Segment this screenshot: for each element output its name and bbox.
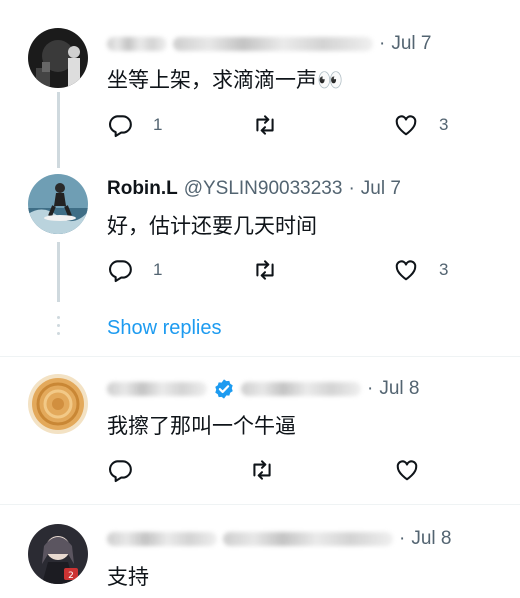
like-button[interactable]: 3 xyxy=(393,110,448,140)
reply-button[interactable]: 1 xyxy=(107,255,162,285)
author-handle[interactable]: @YSLIN90033233 xyxy=(184,178,343,200)
surfer-avatar-icon xyxy=(28,174,88,234)
like-button[interactable] xyxy=(394,455,420,485)
thread-line xyxy=(57,242,60,302)
reply-icon xyxy=(109,115,132,138)
retweet-icon xyxy=(253,460,271,480)
retweet-button[interactable] xyxy=(252,110,278,140)
reply-button[interactable] xyxy=(107,455,133,485)
reply-count: 1 xyxy=(153,115,163,134)
tweet-text: 支持 xyxy=(107,565,149,589)
reply-icon xyxy=(109,260,132,283)
separator: · xyxy=(399,528,406,549)
verified-badge-icon xyxy=(215,379,233,399)
blurred-name xyxy=(107,37,167,51)
tweet-2[interactable]: Robin.L @YSLIN90033233 · Jul 7 好，估计还要几天时… xyxy=(0,170,520,350)
tweet-date[interactable]: Jul 8 xyxy=(379,378,419,400)
avatar[interactable]: 2 xyxy=(28,524,88,584)
reply-button[interactable]: 1 xyxy=(107,110,162,140)
avatar[interactable] xyxy=(28,174,88,234)
separator: · xyxy=(367,378,374,399)
tweet-header: · Jul 8 xyxy=(107,376,419,402)
retweet-icon xyxy=(256,115,274,135)
tweet-date[interactable]: Jul 8 xyxy=(411,528,451,550)
tweet-text: 我擦了那叫一个牛逼 xyxy=(107,414,296,438)
like-button[interactable]: 3 xyxy=(393,255,448,285)
tweet-date[interactable]: Jul 7 xyxy=(391,33,431,55)
like-count: 3 xyxy=(439,115,449,134)
tweet-text: 坐等上架，求滴滴一声👀 xyxy=(107,68,344,92)
heart-icon xyxy=(396,460,418,481)
reply-icon xyxy=(109,460,132,483)
show-replies-link[interactable]: Show replies xyxy=(107,317,222,340)
author-name[interactable]: Robin.L xyxy=(107,178,178,200)
svg-text:2: 2 xyxy=(68,571,74,581)
separator: · xyxy=(348,178,355,199)
retweet-icon xyxy=(256,260,274,280)
blurred-name xyxy=(107,532,217,546)
tweet-date[interactable]: Jul 7 xyxy=(361,178,401,200)
retweet-button[interactable] xyxy=(252,255,278,285)
heart-icon xyxy=(395,115,417,136)
heart-icon xyxy=(395,260,417,281)
silhouette-avatar-icon xyxy=(28,28,88,88)
tweet-3[interactable]: · Jul 8 我擦了那叫一个牛逼 xyxy=(0,357,520,504)
tweet-1[interactable]: · Jul 7 坐等上架，求滴滴一声👀 1 3 xyxy=(0,0,520,170)
tweet-header: · Jul 7 xyxy=(107,31,431,57)
blurred-name xyxy=(107,382,207,396)
tweet-header: Robin.L @YSLIN90033233 · Jul 7 xyxy=(107,176,401,202)
pastry-avatar-icon xyxy=(28,374,88,434)
avatar[interactable] xyxy=(28,28,88,88)
avatar[interactable] xyxy=(28,374,88,434)
blurred-handle xyxy=(173,37,373,51)
separator: · xyxy=(379,33,386,54)
reply-count: 1 xyxy=(153,260,163,279)
blurred-handle xyxy=(223,532,393,546)
action-bar: 1 3 xyxy=(107,255,467,285)
tweet-4[interactable]: 2 · Jul 8 支持 xyxy=(0,505,520,598)
thread-line xyxy=(57,92,60,168)
action-bar xyxy=(107,455,467,485)
anime-avatar-icon: 2 xyxy=(28,524,88,584)
like-count: 3 xyxy=(439,260,449,279)
tweet-text: 好，估计还要几天时间 xyxy=(107,214,317,238)
tweet-header: · Jul 8 xyxy=(107,526,451,552)
thread-dots xyxy=(57,316,60,340)
blurred-handle xyxy=(241,382,361,396)
action-bar: 1 3 xyxy=(107,110,467,140)
retweet-button[interactable] xyxy=(249,455,275,485)
